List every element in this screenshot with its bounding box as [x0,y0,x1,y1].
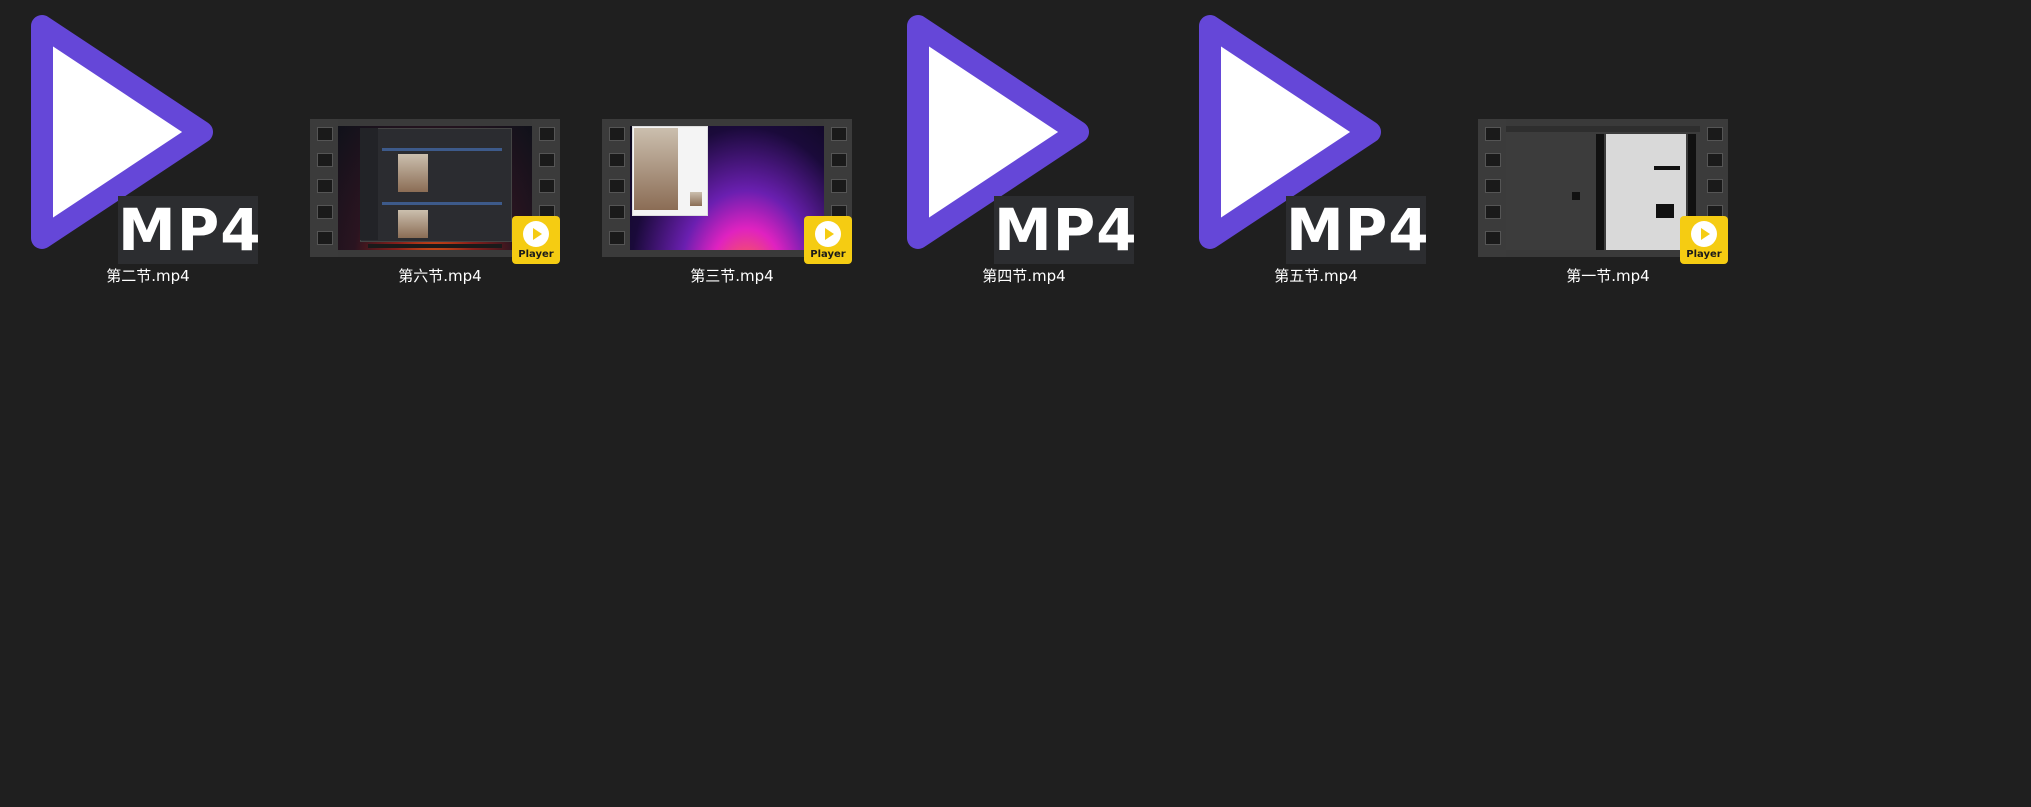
player-badge: Player [512,216,560,264]
file-item-2[interactable]: Player 第六节.mp4 [294,4,586,290]
file-name[interactable]: 第二节.mp4 [2,266,294,286]
file-thumbnail: MP4 [878,4,1170,266]
file-item-5[interactable]: MP4 第五节.mp4 [1170,4,1462,290]
mp4-badge: MP4 [994,196,1138,264]
film-perforation [602,119,630,257]
play-icon [523,221,549,247]
file-item-6[interactable]: Player 第一节.mp4 [1462,4,1754,290]
file-thumbnail: Player [1462,4,1754,266]
file-name[interactable]: 第一节.mp4 [1462,266,1754,286]
mp4-badge: MP4 [118,196,262,264]
file-item-4[interactable]: MP4 第四节.mp4 [878,4,1170,290]
file-name[interactable]: 第六节.mp4 [294,266,586,286]
file-item-1[interactable]: MP4 第二节.mp4 [2,4,294,290]
play-icon [815,221,841,247]
file-name[interactable]: 第三节.mp4 [586,266,878,286]
file-thumbnail: Player [586,4,878,266]
player-badge: Player [804,216,852,264]
play-icon [1691,221,1717,247]
film-perforation [1478,119,1506,257]
mp4-badge: MP4 [1286,196,1430,264]
video-frame-preview [630,126,824,250]
player-badge: Player [1680,216,1728,264]
video-frame-preview [338,126,532,250]
file-thumbnail: MP4 [2,4,294,266]
video-frame-preview [1506,126,1700,250]
file-name[interactable]: 第四节.mp4 [878,266,1170,286]
file-item-3[interactable]: Player 第三节.mp4 [586,4,878,290]
file-thumbnail: MP4 [1170,4,1462,266]
file-grid: MP4 第二节.mp4 Player 第六节.mp4 Player 第三节.mp… [0,0,2031,807]
file-thumbnail: Player [294,4,586,266]
film-perforation [310,119,338,257]
file-name[interactable]: 第五节.mp4 [1170,266,1462,286]
